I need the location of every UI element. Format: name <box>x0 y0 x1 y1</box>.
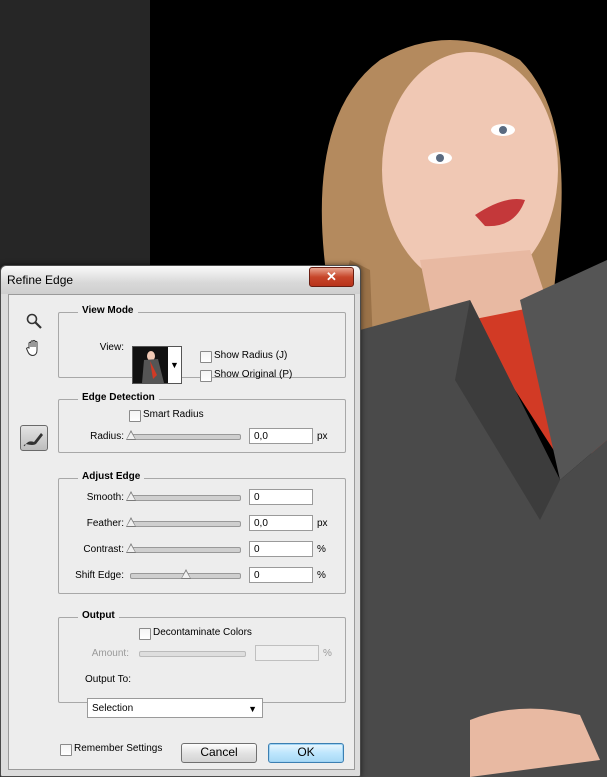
output-to-value: Selection <box>92 703 134 714</box>
smart-radius-checkbox[interactable] <box>129 410 141 422</box>
radius-unit: px <box>317 431 328 442</box>
amount-slider <box>139 651 246 657</box>
adjust-edge-group: Adjust Edge Smooth: 0 Feather: 0,0 px Co… <box>58 471 346 594</box>
hand-tool-icon[interactable] <box>25 339 43 357</box>
view-label: View: <box>99 342 124 353</box>
output-group: Output Decontaminate Colors Amount: % Ou… <box>58 610 346 703</box>
chevron-down-icon: ▼ <box>170 360 179 370</box>
remember-settings-checkbox[interactable] <box>60 744 72 756</box>
view-mode-group: View Mode View: ▼ Show Radius (J) Show O… <box>58 305 346 384</box>
feather-unit: px <box>317 518 328 529</box>
shift-edge-slider[interactable] <box>130 569 241 579</box>
refine-edge-dialog: Refine Edge ✕ View Mode View: ▼ Show Rad… <box>0 265 361 777</box>
chevron-down-icon: ▼ <box>248 704 257 714</box>
shift-edge-label: Shift Edge: <box>75 570 124 581</box>
shift-edge-input[interactable]: 0 <box>249 567 313 583</box>
feather-slider-thumb[interactable] <box>126 517 136 527</box>
contrast-unit: % <box>317 544 326 555</box>
view-preview-thumbnail[interactable] <box>132 346 170 384</box>
shift-edge-unit: % <box>317 570 326 581</box>
feather-slider[interactable] <box>126 517 241 527</box>
smooth-label: Smooth: <box>86 492 124 503</box>
show-radius-checkbox[interactable] <box>200 351 212 363</box>
edge-detection-title: Edge Detection <box>78 392 159 403</box>
feather-label: Feather: <box>86 518 124 529</box>
amount-input <box>255 645 319 661</box>
contrast-slider-thumb[interactable] <box>126 543 136 553</box>
smooth-input[interactable]: 0 <box>249 489 313 505</box>
output-title: Output <box>78 610 119 621</box>
amount-label: Amount: <box>91 648 129 659</box>
decontaminate-colors-label: Decontaminate Colors <box>153 627 252 638</box>
zoom-tool-icon[interactable] <box>26 313 42 329</box>
contrast-label: Contrast: <box>83 544 124 555</box>
output-to-select[interactable]: Selection ▼ <box>87 698 263 718</box>
show-original-checkbox[interactable] <box>200 370 212 382</box>
shift-edge-slider-thumb[interactable] <box>180 569 191 579</box>
smooth-slider-thumb[interactable] <box>126 491 136 501</box>
refine-radius-tool-icon <box>23 433 43 447</box>
amount-unit: % <box>323 648 332 659</box>
feather-input[interactable]: 0,0 <box>249 515 313 531</box>
refine-radius-tool-button[interactable] <box>20 425 48 451</box>
contrast-slider[interactable] <box>126 543 241 553</box>
decontaminate-colors-checkbox[interactable] <box>139 628 151 640</box>
edge-detection-group: Edge Detection Smart Radius Radius: 0,0 … <box>58 392 346 453</box>
radius-input[interactable]: 0,0 <box>249 428 313 444</box>
dialog-body: View Mode View: ▼ Show Radius (J) Show O… <box>8 294 355 770</box>
close-button[interactable]: ✕ <box>309 267 354 287</box>
ok-button[interactable]: OK <box>268 743 344 763</box>
view-mode-dropdown[interactable]: ▼ <box>168 346 182 384</box>
portrait-thumbnail <box>133 347 169 383</box>
cancel-button[interactable]: Cancel <box>181 743 257 763</box>
close-icon: ✕ <box>326 269 337 284</box>
dialog-title: Refine Edge <box>7 273 74 287</box>
adjust-edge-title: Adjust Edge <box>78 471 145 482</box>
show-radius-label: Show Radius (J) <box>214 350 288 361</box>
radius-slider[interactable] <box>126 430 241 440</box>
show-original-label: Show Original (P) <box>214 369 293 380</box>
contrast-input[interactable]: 0 <box>249 541 313 557</box>
radius-slider-thumb[interactable] <box>126 430 136 440</box>
output-to-label: Output To: <box>85 674 131 685</box>
view-mode-title: View Mode <box>78 305 138 316</box>
smooth-slider[interactable] <box>126 491 241 501</box>
dialog-titlebar[interactable]: Refine Edge ✕ <box>1 266 360 294</box>
radius-label: Radius: <box>90 431 124 442</box>
smart-radius-label: Smart Radius <box>143 409 204 420</box>
remember-settings-label: Remember Settings <box>74 743 163 754</box>
